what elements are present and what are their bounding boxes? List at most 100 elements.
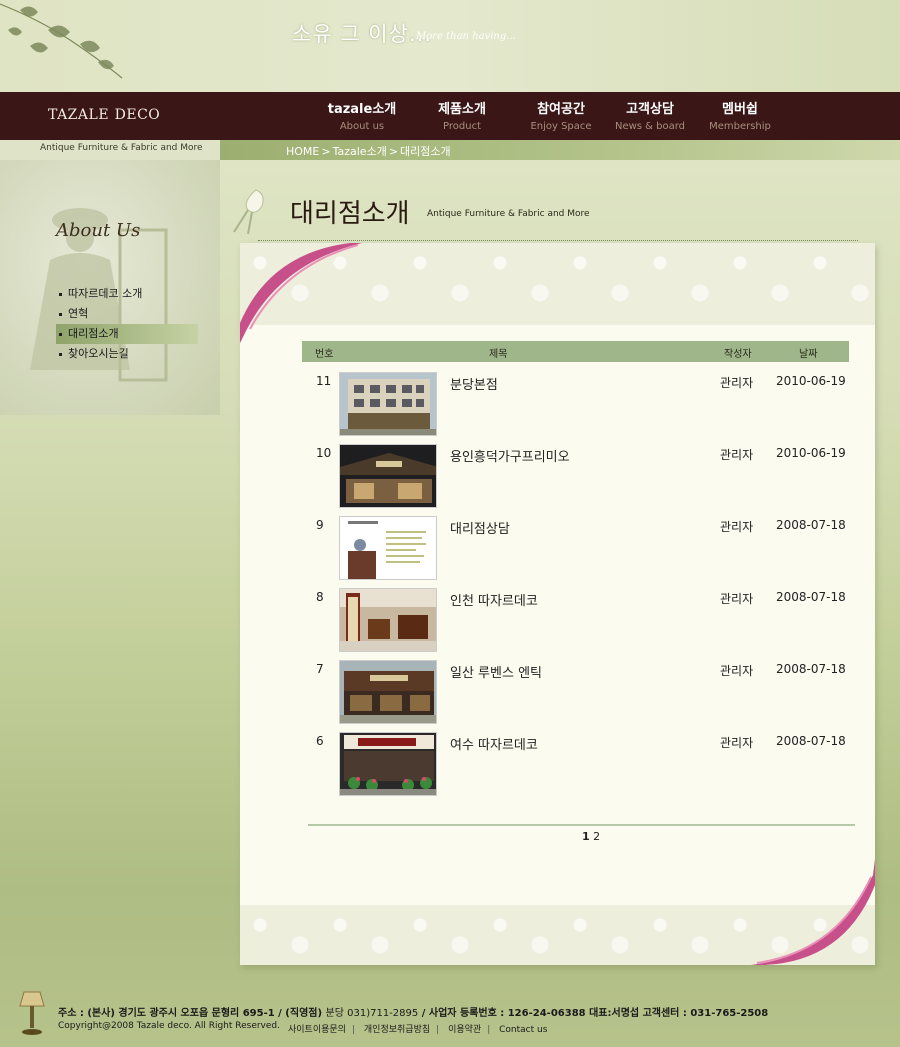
nav-label-en: Product xyxy=(443,121,481,132)
footer-link-privacy[interactable]: 개인정보취급방침 xyxy=(364,1025,430,1035)
nav-item-enjoy-space[interactable]: 참여공간 Enjoy Space xyxy=(511,98,611,132)
nav-label-en: About us xyxy=(339,121,385,132)
nav-label-ko: 멤버쉽 xyxy=(722,102,758,117)
sidebar-title: About Us xyxy=(56,220,141,241)
row-author: 관리자 xyxy=(720,520,754,534)
slogan: 소유 그 이상... xyxy=(292,22,432,46)
row-author: 관리자 xyxy=(720,736,754,750)
pagination: 1 2 xyxy=(582,830,600,843)
logo-main: TAZALE xyxy=(48,107,110,123)
nav-label-en: Enjoy Space xyxy=(530,121,592,132)
table-row[interactable]: 8 인천 따자르데코 관리자 2008-07-18 xyxy=(302,586,849,652)
page-link[interactable]: 2 xyxy=(593,830,600,843)
row-date: 2008-07-18 xyxy=(776,734,846,748)
building-thumbnail-image xyxy=(340,373,436,435)
row-subject[interactable]: 대리점상담 xyxy=(450,518,510,537)
table-bottom-divider xyxy=(308,824,855,826)
table-row[interactable]: 6 여수 따자르데코 관리자 2008-07-18 xyxy=(302,730,849,796)
row-thumbnail[interactable] xyxy=(339,516,437,580)
table-row[interactable]: 10 용인흥덕가구프리미오 관리자 2010-06-19 xyxy=(302,442,849,508)
row-date: 2010-06-19 xyxy=(776,374,846,388)
footer-address: 주소 : (본사) 경기도 광주시 오포읍 문형리 695-1 / (직영점) … xyxy=(58,1004,768,1019)
row-author: 관리자 xyxy=(720,376,754,390)
row-subject[interactable]: 인천 따자르데코 xyxy=(450,590,538,609)
footer-link-separator: | xyxy=(351,1025,356,1035)
row-thumbnail[interactable] xyxy=(339,588,437,652)
row-thumbnail[interactable] xyxy=(339,444,437,508)
nav-item-membership[interactable]: 멤버쉽 Membership xyxy=(690,98,790,132)
row-subject[interactable]: 일산 루벤스 엔틱 xyxy=(450,662,542,681)
logo[interactable]: TAZALE DECO xyxy=(48,104,160,123)
breadcrumb-separator: > xyxy=(388,145,399,158)
table-row[interactable]: 9 대리점상담 관리자 2008-07-18 xyxy=(302,514,849,580)
header-subject: 제목 xyxy=(489,349,508,360)
row-date: 2008-07-18 xyxy=(776,590,846,604)
row-num: 6 xyxy=(316,734,324,748)
nav-label-ko: 고객상담 xyxy=(626,102,674,117)
lamp-icon xyxy=(19,991,45,1035)
page-subtitle: Antique Furniture & Fabric and More xyxy=(427,209,590,219)
footer-link-site-inquiry[interactable]: 사이트이용문의 xyxy=(288,1025,346,1035)
table-row[interactable]: 11 분당본점 관리자 2010-06-19 xyxy=(302,370,849,436)
row-num: 9 xyxy=(316,518,324,532)
footer-branch-phone: 분당 031)711-2895 xyxy=(325,1008,419,1019)
footer-link-terms[interactable]: 이용약관 xyxy=(448,1025,481,1035)
row-author: 관리자 xyxy=(720,448,754,462)
row-num: 11 xyxy=(316,374,332,388)
nav-item-product[interactable]: 제품소개 Product xyxy=(412,98,512,132)
footer-link-separator: | xyxy=(487,1025,491,1035)
row-thumbnail[interactable] xyxy=(339,732,437,796)
interior-thumbnail-image xyxy=(340,589,436,651)
nav-item-about[interactable]: tazale소개 About us xyxy=(312,98,412,132)
nav-label-ko: tazale소개 xyxy=(327,102,397,117)
row-thumbnail[interactable] xyxy=(339,372,437,436)
nav-item-news-board[interactable]: 고객상담 News & board xyxy=(600,98,700,132)
footer-address-main: 주소 : (본사) 경기도 광주시 오포읍 문형리 695-1 / (직영점) xyxy=(58,1008,323,1019)
storefront-thumbnail-image xyxy=(340,733,436,795)
footer-link-separator: | xyxy=(436,1025,440,1035)
storefront-thumbnail-image xyxy=(340,661,436,723)
header-num: 번호 xyxy=(315,349,334,360)
sidebar-item-history[interactable]: 연혁 xyxy=(56,304,198,324)
table-header: 번호 제목 작성자 날짜 xyxy=(302,341,849,362)
header-author: 작성자 xyxy=(724,349,752,360)
nav-label-ko: 참여공간 xyxy=(537,102,585,117)
title-divider xyxy=(258,240,858,241)
row-num: 10 xyxy=(316,446,332,460)
page-title: 대리점소개 xyxy=(290,199,410,229)
breadcrumb: HOME > Tazale소개 > 대리점소개 xyxy=(286,143,451,159)
tagline-bar: Antique Furniture & Fabric and More xyxy=(0,140,220,160)
main-navbar: TAZALE DECO tazale소개 About us 제품소개 Produ… xyxy=(0,92,900,140)
row-subject[interactable]: 여수 따자르데코 xyxy=(450,734,538,753)
row-date: 2008-07-18 xyxy=(776,662,846,676)
sidebar-item-dealers[interactable]: 대리점소개 xyxy=(56,324,198,344)
breadcrumb-home[interactable]: HOME xyxy=(286,145,319,158)
footer-link-contact[interactable]: Contact us xyxy=(499,1025,547,1035)
sidebar-item-directions[interactable]: 찾아오시는길 xyxy=(56,344,198,364)
ribbon-icon xyxy=(233,189,264,235)
row-author: 관리자 xyxy=(720,664,754,678)
breadcrumb-current: 대리점소개 xyxy=(400,145,451,158)
breadcrumb-bar: HOME > Tazale소개 > 대리점소개 xyxy=(220,140,900,160)
vine-leaves-decoration xyxy=(0,3,123,79)
sidebar-item-company-intro[interactable]: 따자르데코 소개 xyxy=(56,284,198,304)
header-band: 소유 그 이상... More than having... xyxy=(0,0,900,92)
tagline: Antique Furniture & Fabric and More xyxy=(40,143,203,153)
header-date: 날짜 xyxy=(799,349,818,360)
table-row[interactable]: 7 일산 루벤스 엔틱 관리자 2008-07-18 xyxy=(302,658,849,724)
row-subject[interactable]: 용인흥덕가구프리미오 xyxy=(450,446,570,465)
pink-ribbon-bottom xyxy=(751,859,875,965)
storefront-thumbnail-image xyxy=(340,445,436,507)
page-link-current[interactable]: 1 xyxy=(582,830,590,843)
footer-copyright: Copyright@2008 Tazale deco. All Right Re… xyxy=(58,1021,280,1031)
row-num: 7 xyxy=(316,662,324,676)
row-date: 2008-07-18 xyxy=(776,518,846,532)
sidebar: About Us 따자르데코 소개 연혁 대리점소개 찾아오시는길 xyxy=(0,160,220,415)
row-subject[interactable]: 분당본점 xyxy=(450,374,498,393)
row-author: 관리자 xyxy=(720,592,754,606)
row-thumbnail[interactable] xyxy=(339,660,437,724)
nav-label-ko: 제품소개 xyxy=(438,102,486,117)
row-num: 8 xyxy=(316,590,324,604)
document-thumbnail-image xyxy=(340,517,436,579)
breadcrumb-tazale[interactable]: Tazale소개 xyxy=(333,145,387,158)
